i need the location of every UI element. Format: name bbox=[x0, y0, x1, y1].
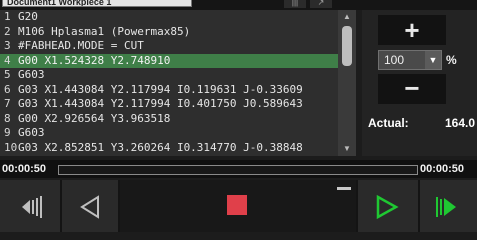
step-back-bar-1 bbox=[32, 200, 34, 214]
line-text: G03 X1.443084 Y2.117994 I0.401750 J0.589… bbox=[18, 97, 303, 110]
total-time: 00:00:50 bbox=[420, 163, 465, 175]
zoom-in-button[interactable]: + bbox=[378, 15, 446, 45]
reverse-icon bbox=[80, 195, 99, 219]
line-number: 5 bbox=[4, 68, 11, 81]
line-number: 4 bbox=[4, 53, 11, 67]
step-forward-icon bbox=[436, 197, 456, 217]
step-forward-bar-2 bbox=[440, 199, 442, 215]
timeline-bar: 00:00:50 00:00:50 bbox=[0, 160, 477, 178]
code-line[interactable]: 3 #FABHEAD.MODE = CUT bbox=[0, 39, 338, 54]
line-text: G603 bbox=[18, 68, 45, 81]
zoom-select[interactable]: 100 ▼ bbox=[378, 50, 442, 70]
stop-icon bbox=[227, 187, 351, 215]
code-line[interactable]: 8 G00 X2.926564 Y3.963518 bbox=[0, 112, 338, 127]
code-line[interactable]: 9 G603 bbox=[0, 126, 338, 141]
line-number: 10 bbox=[4, 140, 18, 154]
zoom-panel: + 100 ▼ % − Actual: 164.0 bbox=[362, 10, 477, 156]
line-number: 8 bbox=[4, 111, 11, 125]
line-text: G20 bbox=[18, 10, 38, 23]
step-forward-arrow bbox=[444, 198, 456, 216]
expand-button[interactable]: ↗ bbox=[310, 0, 332, 8]
gcode-panel: 1 G20 2 M106 Hplasma1 (Powermax85) 3 #FABHEAD… bbox=[0, 10, 356, 156]
play-triangle bbox=[376, 194, 399, 220]
step-back-arrow bbox=[22, 200, 30, 214]
gcode-listing[interactable]: 1 G20 2 M106 Hplasma1 (Powermax85) 3 #FABHEAD… bbox=[0, 10, 338, 156]
reverse-triangle bbox=[80, 195, 99, 219]
minimize-dash-icon bbox=[337, 187, 351, 190]
playback-controls bbox=[0, 180, 477, 232]
step-back-icon bbox=[22, 196, 42, 218]
line-text: G00 X1.524328 Y2.748910 bbox=[18, 53, 171, 67]
reverse-button[interactable] bbox=[62, 180, 118, 232]
line-number: 9 bbox=[4, 126, 11, 139]
code-line[interactable]: 1 G20 bbox=[0, 10, 338, 25]
step-back-bar-3 bbox=[40, 196, 42, 218]
code-line[interactable]: 5 G603 bbox=[0, 68, 338, 83]
line-number: 1 bbox=[4, 10, 11, 23]
code-line[interactable]: 2 M106 Hplasma1 (Powermax85) bbox=[0, 25, 338, 40]
line-number: 2 bbox=[4, 24, 11, 38]
scrollbar[interactable]: ▲ ▼ bbox=[338, 10, 356, 156]
zoom-unit: % bbox=[446, 53, 457, 67]
zoom-row: 100 ▼ % bbox=[378, 50, 457, 70]
scroll-down-arrow-icon[interactable]: ▼ bbox=[338, 142, 356, 156]
play-button[interactable] bbox=[358, 180, 418, 232]
actual-label: Actual: bbox=[368, 116, 409, 130]
step-back-button[interactable] bbox=[0, 180, 60, 232]
panel-buttons: ||| ↗ bbox=[284, 0, 334, 8]
zoom-value: 100 bbox=[384, 53, 405, 67]
progress-track[interactable] bbox=[58, 165, 418, 175]
code-line[interactable]: 6 G03 X1.443084 Y2.117994 I0.119631 J-0.3… bbox=[0, 83, 338, 98]
line-number: 7 bbox=[4, 97, 11, 110]
line-text: #FABHEAD.MODE = CUT bbox=[18, 39, 144, 52]
line-number: 6 bbox=[4, 82, 11, 96]
line-text: G00 X2.926564 Y3.963518 bbox=[18, 111, 171, 125]
line-number: 3 bbox=[4, 39, 11, 52]
line-text: G603 bbox=[18, 126, 45, 139]
scroll-up-arrow-icon[interactable]: ▲ bbox=[338, 10, 356, 24]
step-back-bar-2 bbox=[36, 198, 38, 216]
code-line[interactable]: 7 G03 X1.443084 Y2.117994 I0.401750 J0.58… bbox=[0, 97, 338, 112]
line-text: M106 Hplasma1 (Powermax85) bbox=[18, 24, 191, 38]
zoom-out-button[interactable]: − bbox=[378, 74, 446, 104]
code-line[interactable]: 4 G00 X1.524328 Y2.748910 bbox=[0, 53, 338, 68]
line-text: G03 X2.852851 Y3.260264 I0.314770 J-0.38… bbox=[18, 140, 303, 154]
document-tab[interactable]: Document1 Workpiece 1 bbox=[2, 0, 192, 7]
play-icon bbox=[376, 194, 399, 220]
code-line[interactable]: 10G03 X2.852851 Y3.260264 I0.314770 J-0.… bbox=[0, 141, 338, 156]
stop-button[interactable] bbox=[120, 180, 356, 232]
step-forward-button[interactable] bbox=[420, 180, 477, 232]
elapsed-time: 00:00:50 bbox=[2, 163, 47, 175]
split-button[interactable]: ||| bbox=[284, 0, 306, 8]
line-text: G03 X1.443084 Y2.117994 I0.119631 J-0.33… bbox=[18, 82, 303, 96]
scroll-thumb[interactable] bbox=[342, 26, 352, 66]
chevron-down-icon[interactable]: ▼ bbox=[425, 51, 441, 69]
stop-square bbox=[227, 195, 247, 215]
step-forward-bar-1 bbox=[436, 197, 438, 217]
actual-value: 164.0 bbox=[444, 116, 475, 130]
